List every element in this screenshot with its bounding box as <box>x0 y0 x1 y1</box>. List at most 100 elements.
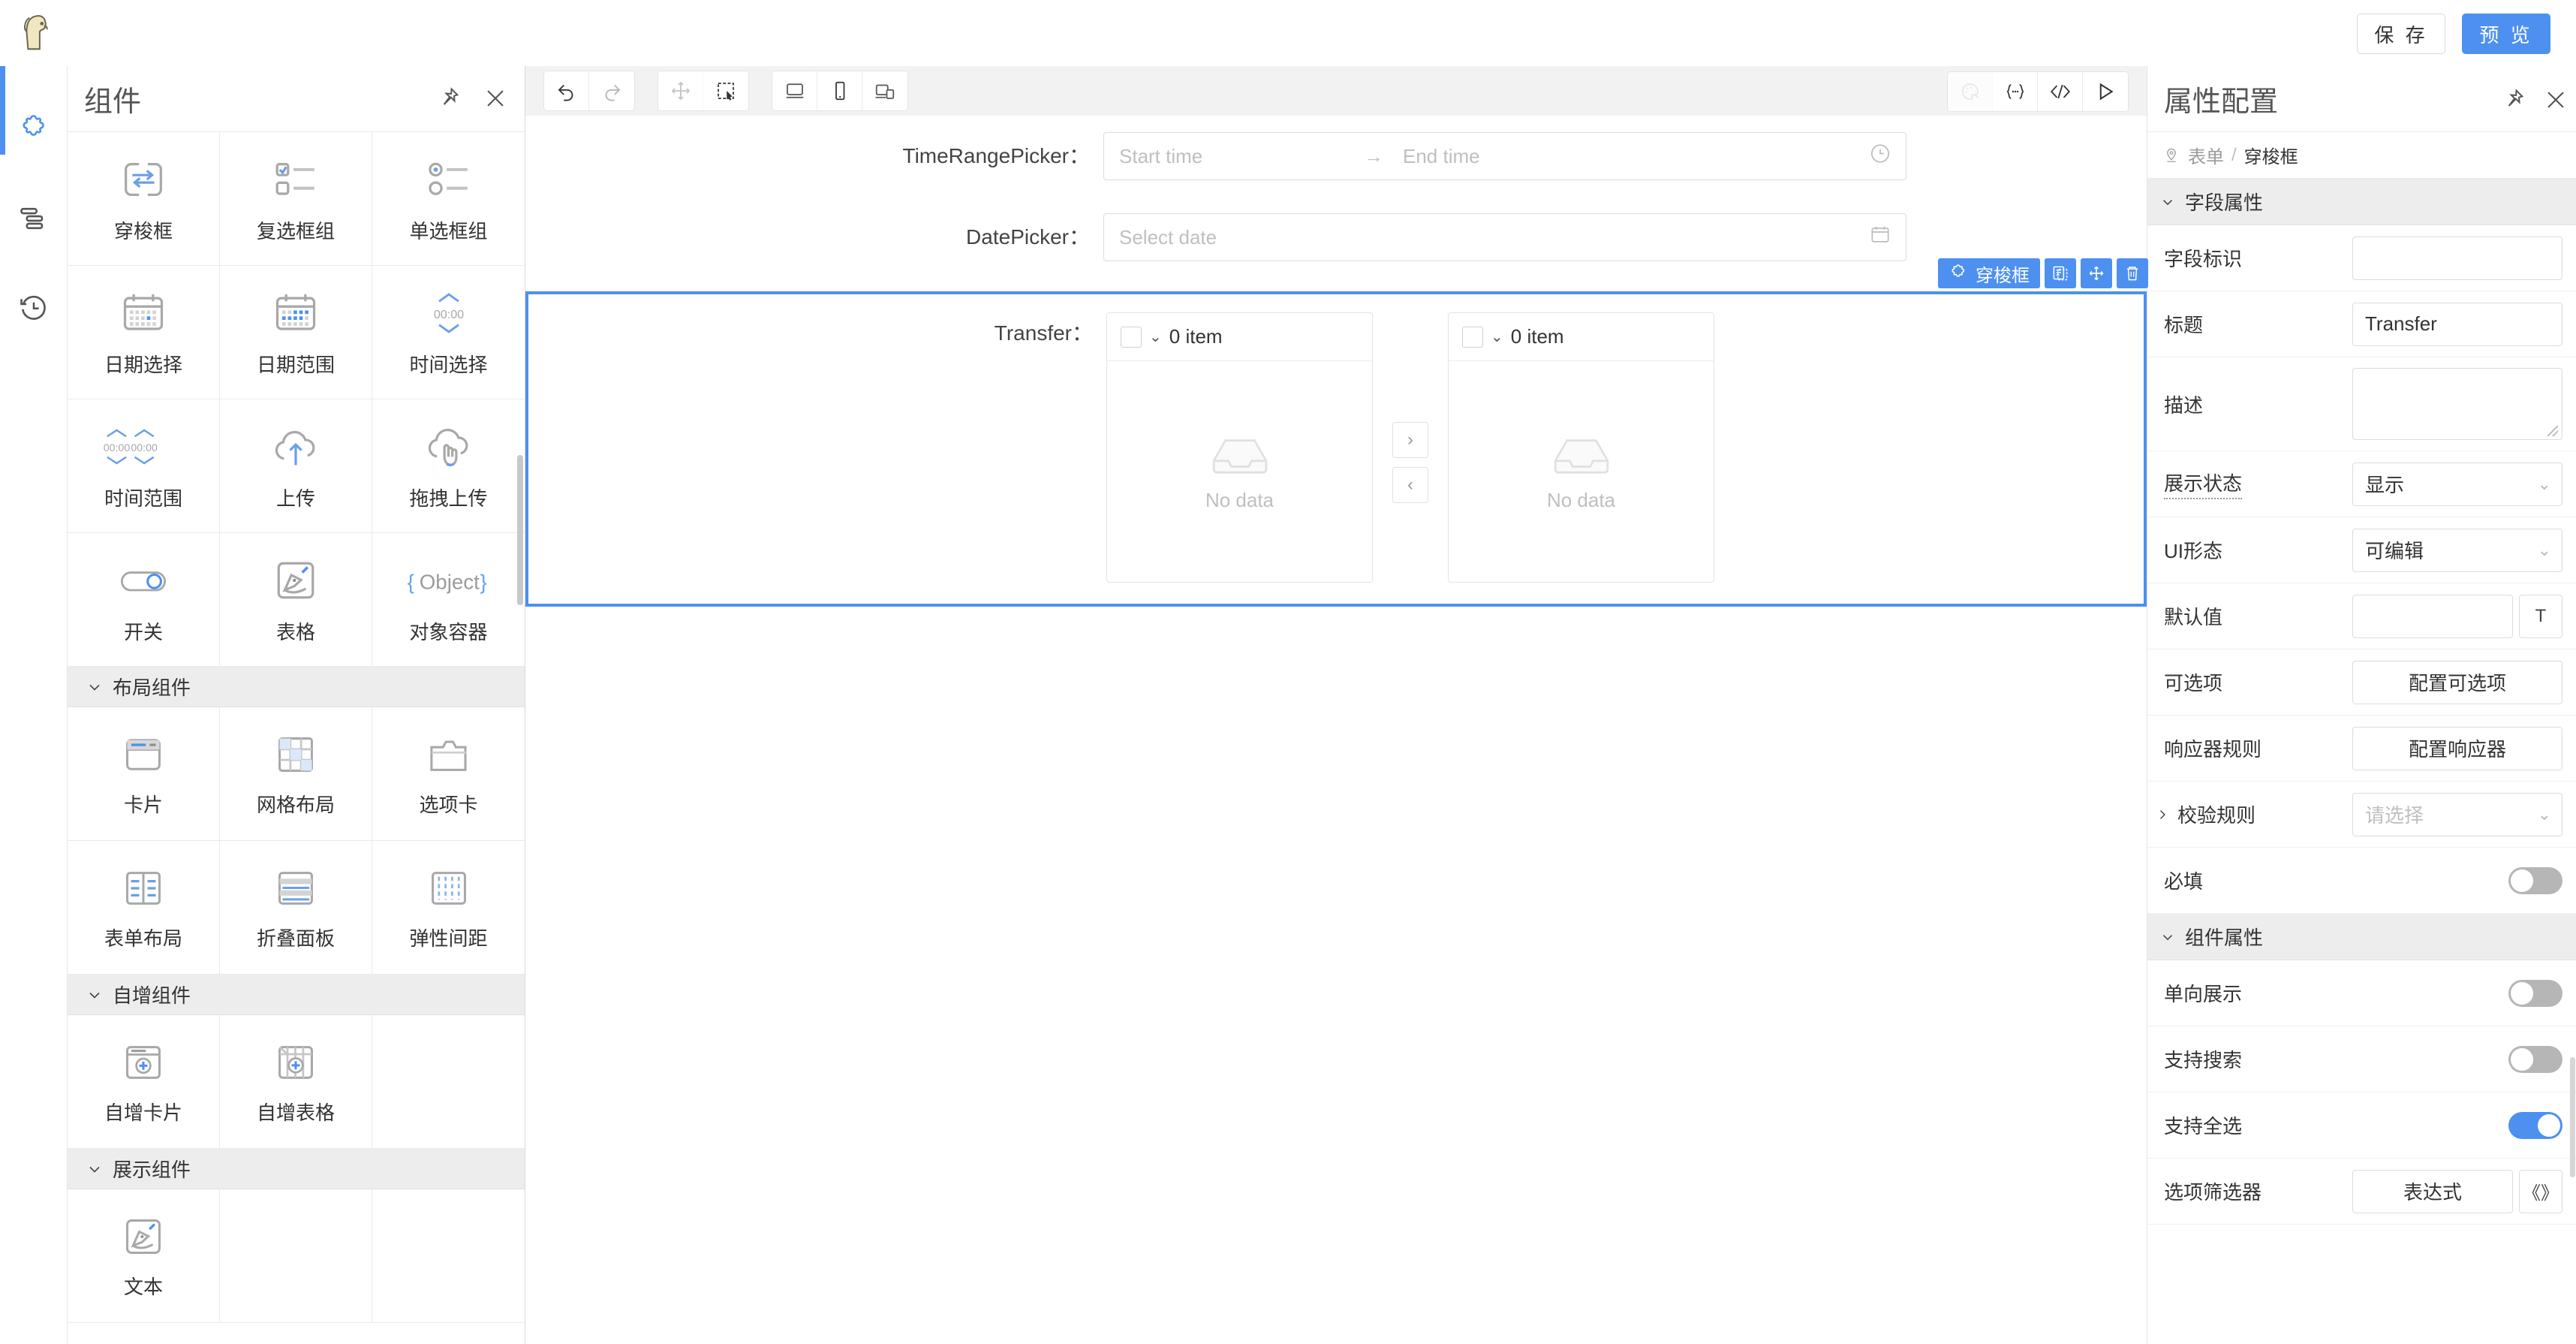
transfer-icon <box>125 162 162 197</box>
properties-section-label: 字段属性 <box>2185 191 2264 214</box>
app-logo-icon[interactable] <box>14 10 60 56</box>
expression-button[interactable]: 表达式 <box>2352 1169 2513 1213</box>
responsive-preview-button[interactable] <box>862 71 907 110</box>
redo-arrow-icon-button[interactable] <box>589 71 634 110</box>
component-item-upload[interactable]: 上传 <box>220 399 372 533</box>
text-type-icon-button[interactable]: T <box>2519 594 2562 638</box>
mobile-preview-button[interactable] <box>817 71 862 110</box>
prop-control: Transfer <box>2352 302 2562 346</box>
properties-panel-scrollbar[interactable] <box>2570 1057 2575 1177</box>
date-input[interactable]: Select date <box>1103 213 1906 261</box>
undo-arrow-icon-button[interactable] <box>544 71 589 110</box>
undo-arrow-icon <box>558 84 573 101</box>
one-way-display-toggle[interactable] <box>2508 979 2562 1007</box>
transfer-move-right-button[interactable]: › <box>1392 422 1428 458</box>
component-item-collapse-panel[interactable]: 折叠面板 <box>220 841 372 975</box>
time-picker-icon: 00:00 <box>433 293 464 333</box>
schema-button[interactable] <box>1993 72 2038 111</box>
transfer-source-body: No data <box>1107 361 1372 582</box>
component-item-drag-upload[interactable]: 拖拽上传 <box>372 399 525 533</box>
delete-button[interactable] <box>2117 258 2148 288</box>
field-control[interactable]: Select date <box>1103 213 1906 261</box>
transfer-target-panel[interactable]: ⌄ 0 item No data <box>1448 312 1714 583</box>
form-layout-icon <box>126 872 161 905</box>
display-state-select[interactable]: 显示 ⌄ <box>2352 462 2562 506</box>
preview-button[interactable]: 预 览 <box>2462 14 2550 54</box>
component-item-time-range[interactable]: 00:00 00:00 时间范围 <box>68 399 220 533</box>
validation-rules-select[interactable]: 请选择 ⌄ <box>2352 792 2562 836</box>
select-mode-button[interactable] <box>703 71 748 110</box>
time-range-input[interactable]: Start time → End time <box>1103 132 1906 180</box>
component-item-form-layout[interactable]: 表单布局 <box>68 841 220 975</box>
component-item-date-range[interactable]: 日期范围 <box>220 266 372 399</box>
component-item-switch[interactable]: 开关 <box>68 533 220 667</box>
required-toggle[interactable] <box>2508 866 2562 894</box>
component-item-add-table[interactable]: 自增表格 <box>220 1015 372 1149</box>
theme-button[interactable] <box>1948 72 1993 111</box>
pin-icon[interactable] <box>436 86 462 111</box>
canvas-page[interactable]: TimeRangePicker： Start time → End time D… <box>525 116 2148 1344</box>
support-search-toggle[interactable] <box>2508 1045 2562 1073</box>
move-mode-button[interactable] <box>658 71 703 110</box>
save-button[interactable]: 保 存 <box>2357 14 2445 54</box>
component-group-header-layout[interactable]: 布局组件 <box>68 667 525 707</box>
duplicate-button[interactable] <box>2045 258 2076 288</box>
component-item-date-picker[interactable]: 日期选择 <box>68 266 220 399</box>
transfer-widget-selected[interactable]: Transfer： ⌄ 0 item No data › ‹ ⌄ 0 item … <box>525 291 2147 607</box>
properties-section-header-field[interactable]: 字段属性 <box>2147 179 2576 225</box>
expression-braces-button[interactable]: 《》 <box>2519 1169 2562 1213</box>
component-list[interactable]: 穿梭框 复选框组 单选框组 日期选择 日期范围 00:00 时间选择 00:00… <box>68 132 525 1344</box>
chevron-down-icon[interactable]: ⌄ <box>1491 327 1503 346</box>
select-all-checkbox[interactable] <box>1121 326 1142 348</box>
component-item-tabs[interactable]: 选项卡 <box>372 707 525 841</box>
component-item-table[interactable]: 表格 <box>220 533 372 667</box>
component-item-checkbox-group[interactable]: 复选框组 <box>220 132 372 266</box>
component-panel-scrollbar[interactable] <box>517 455 523 605</box>
field-id-input[interactable] <box>2352 236 2562 280</box>
component-item-label: 日期范围 <box>256 354 335 376</box>
range-separator: → <box>1364 144 1383 167</box>
properties-section-header-component[interactable]: 组件属性 <box>2147 914 2576 960</box>
ui-mode-select[interactable]: 可编辑 ⌄ <box>2352 528 2562 572</box>
field-label: DatePicker： <box>966 225 1090 249</box>
component-group-header-display[interactable]: 展示组件 <box>68 1149 525 1189</box>
close-icon[interactable] <box>2543 87 2568 113</box>
component-item-object-container[interactable]: { Object } 对象容器 <box>372 533 525 667</box>
component-item-text[interactable]: 文本 <box>68 1189 220 1323</box>
field-control[interactable]: Start time → End time <box>1103 132 1906 180</box>
prop-control: 显示 ⌄ <box>2352 462 2562 506</box>
default-value-input[interactable] <box>2352 594 2513 638</box>
component-item-card[interactable]: 卡片 <box>68 707 220 841</box>
code-button[interactable] <box>2038 72 2083 111</box>
description-textarea[interactable] <box>2352 368 2562 440</box>
pin-icon[interactable] <box>2501 87 2526 113</box>
component-item-grid-layout[interactable]: 网格布局 <box>220 707 372 841</box>
component-item-radio-group[interactable]: 单选框组 <box>372 132 525 266</box>
close-icon[interactable] <box>483 86 508 111</box>
move-button[interactable] <box>2081 258 2112 288</box>
prop-label-collapsible[interactable]: 校验规则 <box>2155 800 2256 828</box>
title-input[interactable]: Transfer <box>2352 302 2562 346</box>
configure-options-button[interactable]: 配置可选项 <box>2352 660 2562 704</box>
top-bar-actions: 保 存 预 览 <box>2357 14 2550 54</box>
support-select-all-toggle[interactable] <box>2508 1111 2562 1139</box>
component-item-time-picker[interactable]: 00:00 时间选择 <box>372 266 525 399</box>
breadcrumb-parent[interactable]: 表单 <box>2188 142 2224 168</box>
chevron-down-icon[interactable]: ⌄ <box>1149 327 1162 346</box>
component-item-add-card[interactable]: 自增卡片 <box>68 1015 220 1149</box>
select-all-checkbox[interactable] <box>1462 326 1483 348</box>
selection-type-tag[interactable]: 穿梭框 <box>1938 258 2040 288</box>
desktop-preview-button[interactable] <box>772 71 817 110</box>
rail-item-components[interactable] <box>0 66 68 174</box>
rail-item-outline[interactable] <box>0 174 68 263</box>
component-grid-filler <box>220 1189 372 1323</box>
transfer-move-left-button[interactable]: ‹ <box>1392 467 1428 503</box>
rail-item-history[interactable] <box>0 263 68 351</box>
component-group-header-incremental[interactable]: 自增组件 <box>68 975 525 1015</box>
canvas-toolbar-mode-group <box>658 71 749 111</box>
component-item-flex-spacing[interactable]: 弹性间距 <box>372 841 525 975</box>
component-item-transfer[interactable]: 穿梭框 <box>68 132 220 266</box>
run-button[interactable] <box>2083 72 2128 111</box>
configure-responder-button[interactable]: 配置响应器 <box>2352 726 2562 770</box>
transfer-source-panel[interactable]: ⌄ 0 item No data <box>1106 312 1373 583</box>
